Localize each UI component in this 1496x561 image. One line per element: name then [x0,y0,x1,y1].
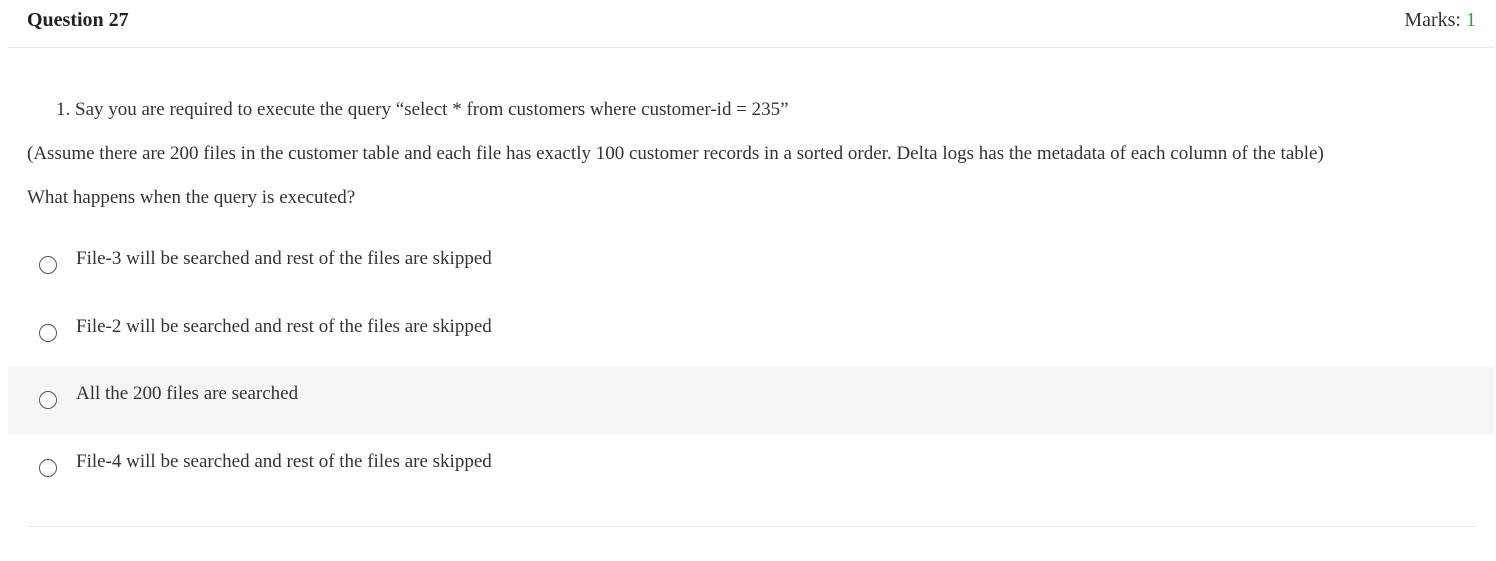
question-prompt: 1. Say you are required to execute the q… [56,98,789,122]
question-number: 1. [56,99,71,120]
radio-button[interactable] [39,323,57,342]
marks-value: 1 [1466,9,1476,31]
radio-button[interactable] [39,458,57,477]
answer-option-3[interactable]: All the 200 files are searched [8,367,1494,435]
question-title: Question 27 [27,9,129,31]
answer-option-2[interactable]: File-2 will be searched and rest of the … [8,300,1494,368]
question-ask: What happens when the query is executed? [27,187,356,208]
option-label: File-3 will be searched and rest of the … [76,248,492,269]
radio-button[interactable] [39,391,57,409]
answer-option-1[interactable]: File-3 will be searched and rest of the … [8,232,1494,300]
answer-options: File-3 will be searched and rest of the … [8,232,1494,502]
option-label: File-2 will be searched and rest of the … [76,315,492,337]
option-label: File-4 will be searched and rest of the … [76,450,492,472]
question-prompt-text: Say you are required to execute the quer… [75,99,789,120]
answer-option-4[interactable]: File-4 will be searched and rest of the … [8,435,1494,503]
question-assumption: (Assume there are 200 files in the custo… [27,143,1324,164]
radio-button[interactable] [39,256,57,274]
question-header: Question 27 Marks: 1 [8,0,1494,48]
footer-divider [27,526,1476,527]
marks-label: Marks: [1404,9,1461,31]
marks-indicator: Marks: 1 [1404,8,1476,32]
quiz-page: Question 27 Marks: 1 1. Say you are requ… [0,0,1496,561]
option-label: All the 200 files are searched [76,383,299,404]
